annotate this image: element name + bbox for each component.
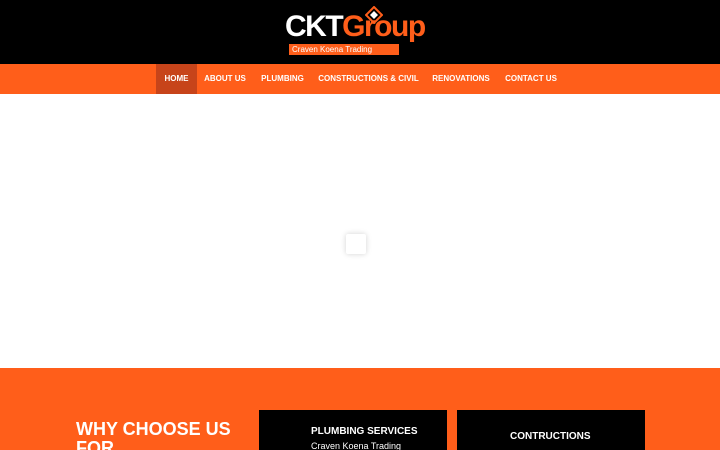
- service-card-plumbing[interactable]: PLUMBING SERVICES Craven Koena Trading: [259, 410, 447, 450]
- site-logo[interactable]: CKTGroup Craven Koena Trading: [285, 6, 435, 58]
- service-card-title: PLUMBING SERVICES: [311, 426, 418, 437]
- nav-item-contact-us[interactable]: CONTACT US: [501, 64, 561, 94]
- logo-text-group: Group: [342, 10, 426, 43]
- loading-spinner: [346, 234, 366, 254]
- nav-item-renovations[interactable]: RENOVATIONS: [428, 64, 494, 94]
- nav-item-plumbing[interactable]: PLUMBING: [256, 64, 309, 94]
- site-header: CKTGroup Craven Koena Trading: [0, 0, 720, 64]
- logo-tagline: Craven Koena Trading: [292, 45, 373, 54]
- service-card-constructions[interactable]: CONTRUCTIONS: [457, 410, 645, 450]
- logo-tagline-box: Craven Koena Trading: [289, 44, 399, 55]
- service-card-text: Craven Koena Trading: [311, 441, 402, 450]
- logo-text-ckt: CKT: [285, 10, 344, 43]
- logo-diamond-icon: [365, 6, 383, 24]
- nav-item-about-us[interactable]: ABOUT US: [200, 64, 250, 94]
- logo-wordmark: CKTGroup: [285, 10, 426, 43]
- service-card-title: CONTRUCTIONS: [510, 431, 591, 442]
- main-navigation: HOME ABOUT US PLUMBING CONSTRUCTIONS & C…: [0, 64, 720, 94]
- services-section: WHY CHOOSE US FOR PLUMBING SERVICES Crav…: [0, 368, 720, 450]
- why-choose-heading: WHY CHOOSE US FOR: [76, 419, 231, 450]
- nav-item-constructions-civil[interactable]: CONSTRUCTIONS & CIVIL: [316, 64, 421, 94]
- nav-item-home[interactable]: HOME: [156, 64, 197, 94]
- hero-section: [0, 94, 720, 368]
